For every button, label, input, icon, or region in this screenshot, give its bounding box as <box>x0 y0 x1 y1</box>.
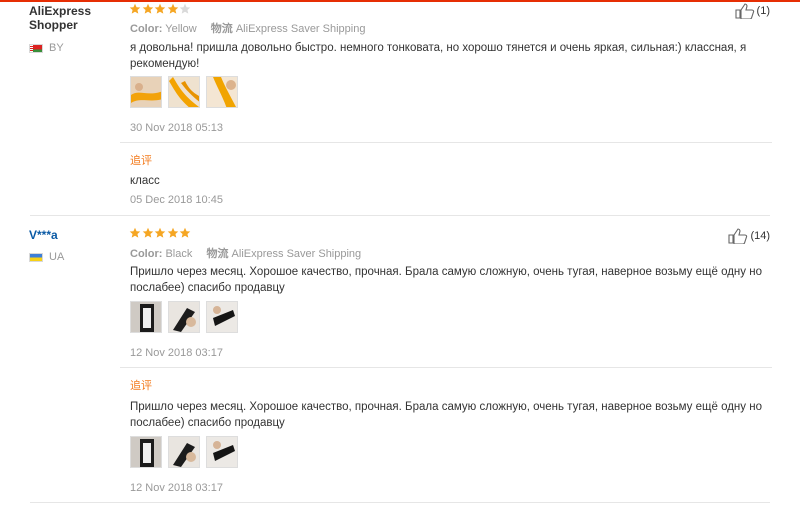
follow-up-text: класс <box>130 175 160 187</box>
follow-up-label: 追评 <box>130 155 152 167</box>
review-photo[interactable] <box>168 301 200 333</box>
helpful-button[interactable]: (14) <box>728 228 770 244</box>
follow-up-label: 追评 <box>130 380 152 392</box>
order-info: Color: Black 物流 AliExpress Saver Shippin… <box>130 248 362 260</box>
review-photo[interactable] <box>206 301 238 333</box>
review-card: AliExpress Shopper BY Color: Yellow 物流 A… <box>0 0 800 215</box>
reviewer-country: UA <box>29 251 64 263</box>
star-filled-icon <box>142 227 153 238</box>
star-filled-icon <box>129 227 141 238</box>
star-filled-icon <box>167 227 178 238</box>
review-photo[interactable] <box>130 76 162 108</box>
reviewer-info: V***a UA <box>29 228 64 263</box>
flag-by-icon <box>29 43 43 53</box>
review-card: V***a UA Color: Black 物流 AliExpress Save… <box>0 216 800 505</box>
follow-up-text: Пришло через месяц. Хорошое качество, пр… <box>130 401 762 429</box>
review-photos <box>130 301 244 333</box>
flag-ua-icon <box>29 252 43 262</box>
follow-up-date: 12 Nov 2018 03:17 <box>130 482 223 494</box>
review-text: я довольна! пришла довольно быстро. немн… <box>130 42 747 70</box>
review-date: 12 Nov 2018 03:17 <box>130 347 223 359</box>
divider <box>120 367 772 368</box>
review-photo[interactable] <box>168 436 200 468</box>
star-empty-icon <box>179 3 191 14</box>
star-filled-icon <box>129 3 141 14</box>
review-date: 30 Nov 2018 05:13 <box>130 122 223 134</box>
thumbs-up-icon <box>734 3 754 19</box>
divider <box>120 142 772 143</box>
reviewer-name: AliExpress Shopper <box>29 4 92 32</box>
review-photo[interactable] <box>130 301 162 333</box>
review-photo[interactable] <box>206 76 238 108</box>
star-filled-icon <box>154 3 166 14</box>
thumbs-up-icon <box>728 228 748 244</box>
star-filled-icon <box>167 3 178 14</box>
star-filled-icon <box>179 227 191 238</box>
star-filled-icon <box>142 3 153 14</box>
reviewer-info: AliExpress Shopper BY <box>29 4 91 54</box>
review-photos <box>130 76 244 108</box>
star-rating <box>129 227 192 239</box>
review-divider <box>30 502 770 503</box>
reviewer-country: BY <box>29 42 91 54</box>
follow-up-date: 05 Dec 2018 10:45 <box>130 194 223 206</box>
star-filled-icon <box>154 227 166 238</box>
helpful-button[interactable]: (1) <box>734 3 770 19</box>
reviewer-name[interactable]: V***a <box>29 228 64 242</box>
order-info: Color: Yellow 物流 AliExpress Saver Shippi… <box>130 23 366 35</box>
review-photo[interactable] <box>206 436 238 468</box>
star-rating <box>129 3 192 15</box>
review-photo[interactable] <box>168 76 200 108</box>
review-photo[interactable] <box>130 436 162 468</box>
follow-up-photos <box>130 436 244 468</box>
review-text: Пришло через месяц. Хорошое качество, пр… <box>130 266 762 294</box>
